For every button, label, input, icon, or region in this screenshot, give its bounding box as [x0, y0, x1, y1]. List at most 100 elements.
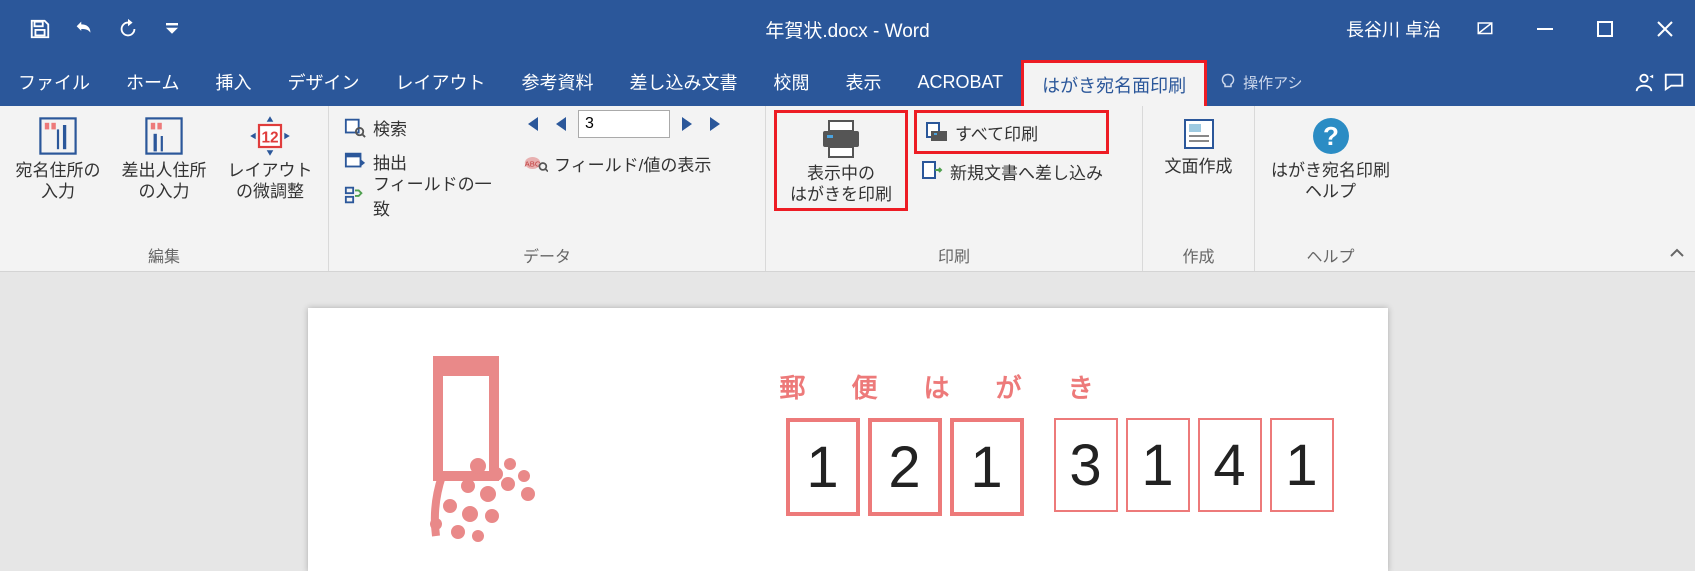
tab-review[interactable]: 校閲 — [755, 58, 827, 106]
zip-digit: 2 — [868, 418, 942, 516]
redo-button[interactable] — [106, 9, 150, 49]
merge-new-doc-label: 新規文書へ差し込み — [950, 159, 1103, 184]
field-toggle-icon: ABC — [524, 153, 548, 173]
recipient-address-label-1: 宛名住所の — [16, 161, 101, 180]
zip-digit: 1 — [786, 418, 860, 516]
field-match-button[interactable]: フィールドの一致 — [337, 178, 512, 212]
chevron-up-icon — [1669, 245, 1685, 261]
prev-record-button[interactable] — [548, 111, 574, 137]
next-record-button[interactable] — [674, 111, 700, 137]
layout-adjust-label-2: の微調整 — [236, 182, 304, 201]
group-print-label: 印刷 — [774, 241, 1134, 271]
minimize-button[interactable] — [1515, 9, 1575, 49]
title-bar: 年賀状.docx - Word 長谷川 卓治 — [0, 0, 1695, 58]
quick-access-toolbar — [0, 9, 194, 49]
print-all-button[interactable]: すべて印刷 — [914, 110, 1109, 154]
document-area[interactable]: 郵 便 は が き 1 2 1 3 1 4 1 — [0, 272, 1695, 571]
tab-insert[interactable]: 挿入 — [197, 58, 269, 106]
zip-digit: 1 — [950, 418, 1024, 516]
search-label: 検索 — [373, 115, 407, 140]
record-number-input[interactable] — [578, 110, 670, 138]
tab-mailings[interactable]: 差し込み文書 — [611, 58, 755, 106]
extract-icon — [343, 150, 367, 172]
printer-icon — [817, 117, 865, 161]
svg-text:?: ? — [1323, 121, 1339, 151]
help-label-2: ヘルプ — [1305, 182, 1356, 201]
zip-digit: 1 — [1126, 418, 1190, 512]
search-button[interactable]: 検索 — [337, 110, 512, 144]
ribbon: 宛名住所の入力 差出人住所の入力 12 レイアウトの微調整 編集 検索 — [0, 106, 1695, 272]
sender-address-label-2: の入力 — [139, 182, 190, 201]
merge-new-doc-button[interactable]: 新規文書へ差し込み — [914, 154, 1109, 188]
field-toggle-label: フィールド/値の表示 — [554, 151, 711, 176]
tell-me[interactable]: 操作アシ — [1207, 58, 1314, 106]
field-match-label: フィールドの一致 — [373, 170, 506, 220]
comments-icon[interactable] — [1663, 71, 1685, 93]
group-print: 表示中のはがきを印刷 すべて印刷 新規文書へ差し込み 印刷 — [766, 106, 1143, 271]
search-icon — [343, 116, 367, 138]
print-current-label-2: はがきを印刷 — [790, 185, 892, 204]
print-all-label: すべて印刷 — [955, 120, 1038, 145]
zip-digit: 3 — [1054, 418, 1118, 512]
print-current-button[interactable]: 表示中のはがきを印刷 — [774, 110, 908, 211]
recipient-address-icon — [36, 114, 80, 158]
ribbon-tabs: ファイル ホーム 挿入 デザイン レイアウト 参考資料 差し込み文書 校閲 表示… — [0, 58, 1695, 106]
zip-digit: 1 — [1270, 418, 1334, 512]
stamp-frame-decoration — [378, 356, 558, 546]
user-name[interactable]: 長谷川 卓治 — [1332, 16, 1455, 42]
tab-design[interactable]: デザイン — [269, 58, 377, 106]
help-label-1: はがき宛名印刷 — [1271, 161, 1390, 180]
tab-home[interactable]: ホーム — [108, 58, 197, 106]
undo-button[interactable] — [62, 9, 106, 49]
layout-adjust-label-1: レイアウト — [228, 161, 313, 180]
group-edit-label: 編集 — [8, 241, 320, 271]
tab-layout[interactable]: レイアウト — [377, 58, 503, 106]
group-create-label: 作成 — [1151, 241, 1246, 271]
field-match-icon — [343, 184, 367, 206]
sender-address-label-1: 差出人住所 — [122, 161, 207, 180]
print-all-icon — [925, 121, 949, 143]
tab-references[interactable]: 参考資料 — [503, 58, 611, 106]
svg-text:ABC: ABC — [525, 159, 541, 168]
lightbulb-icon — [1219, 73, 1237, 91]
field-value-toggle-button[interactable]: ABC フィールド/値の表示 — [518, 146, 757, 180]
group-data-label: データ — [337, 241, 757, 271]
svg-text:12: 12 — [261, 130, 278, 147]
create-content-label: 文面作成 — [1165, 156, 1233, 177]
close-button[interactable] — [1635, 9, 1695, 49]
zip-code-boxes: 1 2 1 3 1 4 1 — [786, 418, 1342, 516]
collapse-ribbon-button[interactable] — [1669, 245, 1685, 265]
maximize-button[interactable] — [1575, 9, 1635, 49]
tab-file[interactable]: ファイル — [0, 58, 108, 106]
save-button[interactable] — [18, 9, 62, 49]
layout-adjust-button[interactable]: 12 レイアウトの微調整 — [220, 110, 320, 203]
recipient-address-button[interactable]: 宛名住所の入力 — [8, 110, 108, 203]
help-button[interactable]: ? はがき宛名印刷ヘルプ — [1268, 110, 1393, 203]
group-create: 文面作成 作成 — [1143, 106, 1255, 271]
create-content-button[interactable]: 文面作成 — [1156, 110, 1241, 177]
create-content-icon — [1179, 114, 1219, 154]
tab-acrobat[interactable]: ACROBAT — [899, 58, 1021, 106]
first-record-button[interactable] — [518, 111, 544, 137]
print-current-label-1: 表示中の — [807, 164, 875, 183]
group-edit: 宛名住所の入力 差出人住所の入力 12 レイアウトの微調整 編集 — [0, 106, 329, 271]
recipient-address-label-2: 入力 — [41, 182, 75, 201]
yubin-hagaki-label: 郵 便 は が き — [780, 368, 1094, 405]
group-data: 検索 抽出 フィールドの一致 — [329, 106, 766, 271]
qat-customize-button[interactable] — [150, 9, 194, 49]
tab-hagaki-print[interactable]: はがき宛名面印刷 — [1021, 60, 1207, 106]
share-icon[interactable] — [1633, 71, 1655, 93]
tab-view[interactable]: 表示 — [827, 58, 899, 106]
merge-doc-icon — [920, 160, 944, 182]
layout-adjust-icon: 12 — [248, 114, 292, 158]
help-icon: ? — [1309, 114, 1353, 158]
page: 郵 便 は が き 1 2 1 3 1 4 1 — [308, 308, 1388, 571]
group-help-label: ヘルプ — [1263, 241, 1398, 271]
tell-me-label: 操作アシ — [1243, 72, 1302, 93]
record-nav — [518, 110, 757, 138]
zip-digit: 4 — [1198, 418, 1262, 512]
last-record-button[interactable] — [704, 111, 730, 137]
ribbon-display-options-button[interactable] — [1455, 9, 1515, 49]
sender-address-button[interactable]: 差出人住所の入力 — [114, 110, 214, 203]
group-help: ? はがき宛名印刷ヘルプ ヘルプ — [1255, 106, 1406, 271]
